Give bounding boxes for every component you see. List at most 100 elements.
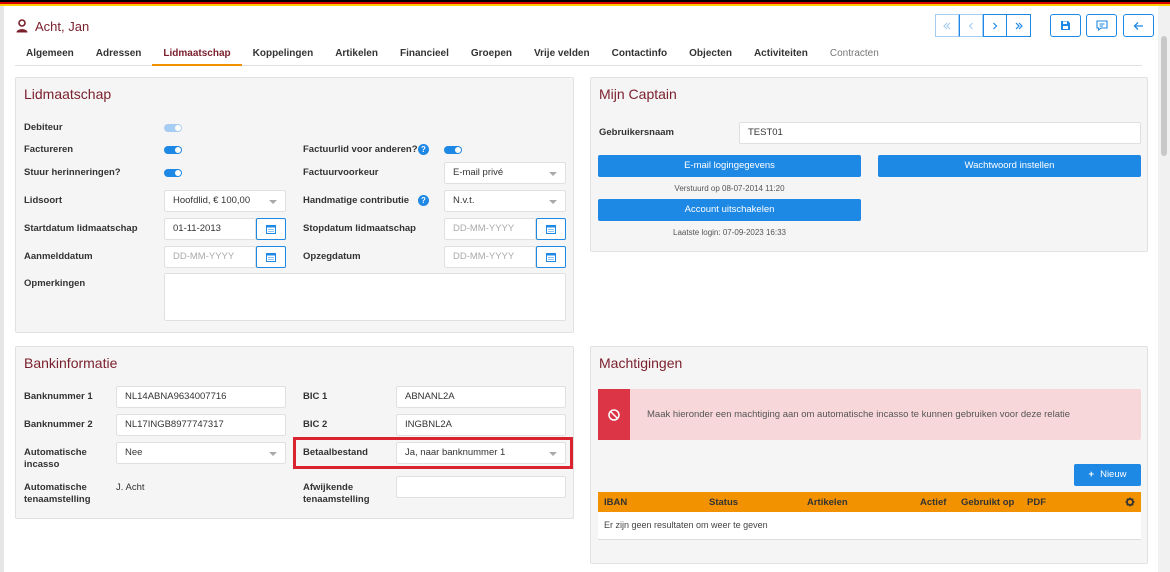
chevron-down-icon <box>549 200 557 204</box>
banknummer2-input[interactable]: NL17INGB8977747317 <box>116 414 286 436</box>
opmerkingen-textarea[interactable] <box>164 273 566 321</box>
herinneringen-toggle[interactable] <box>164 169 182 177</box>
gebruikersnaam-input[interactable]: TEST01 <box>739 122 1141 144</box>
tab-contactinfo[interactable]: Contactinfo <box>601 43 679 66</box>
tab-lidmaatschap[interactable]: Lidmaatschap <box>152 43 242 66</box>
contributie-select[interactable]: N.v.t. <box>444 190 566 212</box>
gear-icon[interactable] <box>1125 497 1135 507</box>
verstuurd-note: Verstuurd op 08-07-2014 11:20 <box>674 184 785 193</box>
contributie-label: Handmatige contributie <box>303 195 410 206</box>
debiteur-toggle[interactable] <box>164 124 182 132</box>
chevron-down-icon <box>269 452 277 456</box>
lidsoort-select[interactable]: Hoofdlid, € 100,00 <box>164 190 286 212</box>
column-pdf[interactable]: PDF <box>1027 497 1046 508</box>
aanmelddatum-label: Aanmelddatum <box>24 251 93 262</box>
stopdatum-calendar-button[interactable] <box>536 218 566 240</box>
afwijkende-tenaamstelling-input[interactable] <box>396 476 566 498</box>
bankinformatie-title: Bankinformatie <box>24 355 118 371</box>
automatische-tenaamstelling-label: Automatische tenaamstelling <box>24 482 91 506</box>
opmerkingen-label: Opmerkingen <box>24 278 86 289</box>
help-icon[interactable]: ? <box>418 195 429 206</box>
tab-contracten[interactable]: Contracten <box>819 43 890 66</box>
alert-icon-box <box>598 389 630 440</box>
calendar-icon <box>546 225 556 234</box>
alert-message: Maak hieronder een machtiging aan om aut… <box>647 409 1071 420</box>
back-button[interactable] <box>1123 14 1154 37</box>
help-icon[interactable]: ? <box>418 144 429 155</box>
page-header: Acht, Jan <box>15 14 89 38</box>
aanmelddatum-calendar-button[interactable] <box>256 246 286 268</box>
startdatum-label: Startdatum lidmaatschap <box>24 223 138 234</box>
wachtwoord-instellen-button[interactable]: Wachtwoord instellen <box>878 155 1141 177</box>
bankinformatie-panel: Bankinformatie Banknummer 1 NL14ABNA9634… <box>15 346 574 519</box>
contributie-value: N.v.t. <box>453 195 475 206</box>
label-line: Automatische <box>24 447 87 458</box>
factuurvoorkeur-value: E-mail privé <box>453 167 504 178</box>
nieuw-button[interactable]: + Nieuw <box>1074 464 1141 486</box>
save-icon <box>1061 21 1070 30</box>
tab-vrije-velden[interactable]: Vrije velden <box>523 43 601 66</box>
column-gebruikt-op[interactable]: Gebruikt op <box>961 497 1014 508</box>
opzegdatum-calendar-button[interactable] <box>536 246 566 268</box>
column-actief[interactable]: Actief <box>920 497 946 508</box>
first-record-button[interactable] <box>935 14 959 37</box>
scrollbar-thumb[interactable] <box>1161 36 1167 156</box>
tenaamstelling-value: J. Acht <box>116 482 145 493</box>
previous-record-button[interactable] <box>959 14 983 37</box>
bic1-input[interactable]: ABNANL2A <box>396 386 566 408</box>
aanmelddatum-input[interactable]: DD-MM-YYYY <box>164 246 256 268</box>
banknummer2-label: Banknummer 2 <box>24 419 93 430</box>
tab-koppelingen[interactable]: Koppelingen <box>242 43 325 66</box>
factuurvoorkeur-select[interactable]: E-mail privé <box>444 162 566 184</box>
banknummer1-input[interactable]: NL14ABNA9634007716 <box>116 386 286 408</box>
label-line: tenaamstelling <box>24 494 91 505</box>
label-line: incasso <box>24 459 60 470</box>
page-scrollbar[interactable] <box>1158 6 1170 572</box>
gebruikersnaam-label: Gebruikersnaam <box>599 127 674 138</box>
opzegdatum-input[interactable]: DD-MM-YYYY <box>444 246 536 268</box>
column-artikelen[interactable]: Artikelen <box>807 497 848 508</box>
column-iban[interactable]: IBAN <box>604 497 627 508</box>
plus-icon: + <box>1088 469 1095 480</box>
lidmaatschap-title: Lidmaatschap <box>24 86 112 102</box>
next-record-button[interactable] <box>983 14 1007 37</box>
label-line: Automatische <box>24 482 87 493</box>
account-uitschakelen-button[interactable]: Account uitschakelen <box>598 199 861 221</box>
startdatum-calendar-button[interactable] <box>256 218 286 240</box>
laatste-login-note: Laatste login: 07-09-2023 16:33 <box>673 228 786 237</box>
email-logingegevens-button[interactable]: E-mail logingegevens <box>598 155 861 177</box>
startdatum-input[interactable]: 01-11-2013 <box>164 218 256 240</box>
comment-button[interactable] <box>1086 14 1117 37</box>
flag-bar <box>0 0 1170 6</box>
arrow-left-icon <box>1133 21 1143 30</box>
debiteur-label: Debiteur <box>24 122 63 133</box>
column-status[interactable]: Status <box>709 497 738 508</box>
user-icon <box>16 19 28 33</box>
calendar-icon <box>546 253 556 262</box>
tab-groepen[interactable]: Groepen <box>460 43 523 66</box>
bic2-input[interactable]: INGBNL2A <box>396 414 566 436</box>
chevron-down-icon <box>549 172 557 176</box>
factuurvoorkeur-label: Factuurvoorkeur <box>303 167 379 178</box>
tab-activiteiten[interactable]: Activiteiten <box>743 43 819 66</box>
factuurlid-label: Factuurlid voor anderen? <box>303 144 418 155</box>
save-button[interactable] <box>1050 14 1081 37</box>
left-edge <box>0 6 4 572</box>
tab-objecten[interactable]: Objecten <box>678 43 743 66</box>
automatische-incasso-select[interactable]: Nee <box>116 442 286 464</box>
herinneringen-label: Stuur herinneringen? <box>24 167 121 178</box>
tab-artikelen[interactable]: Artikelen <box>324 43 389 66</box>
factuurlid-toggle[interactable] <box>444 146 462 154</box>
tab-adressen[interactable]: Adressen <box>85 43 153 66</box>
calendar-icon <box>266 253 276 262</box>
stopdatum-input[interactable]: DD-MM-YYYY <box>444 218 536 240</box>
empty-row: Er zijn geen resultaten om weer te geven <box>598 512 1141 540</box>
label-line: Afwijkende <box>303 482 354 493</box>
opzegdatum-label: Opzegdatum <box>303 251 361 262</box>
comment-icon <box>1095 20 1108 31</box>
tab-algemeen[interactable]: Algemeen <box>15 43 85 66</box>
double-chevron-left-icon <box>943 22 951 29</box>
factureren-toggle[interactable] <box>164 146 182 154</box>
tab-financieel[interactable]: Financieel <box>389 43 460 66</box>
last-record-button[interactable] <box>1007 14 1031 37</box>
